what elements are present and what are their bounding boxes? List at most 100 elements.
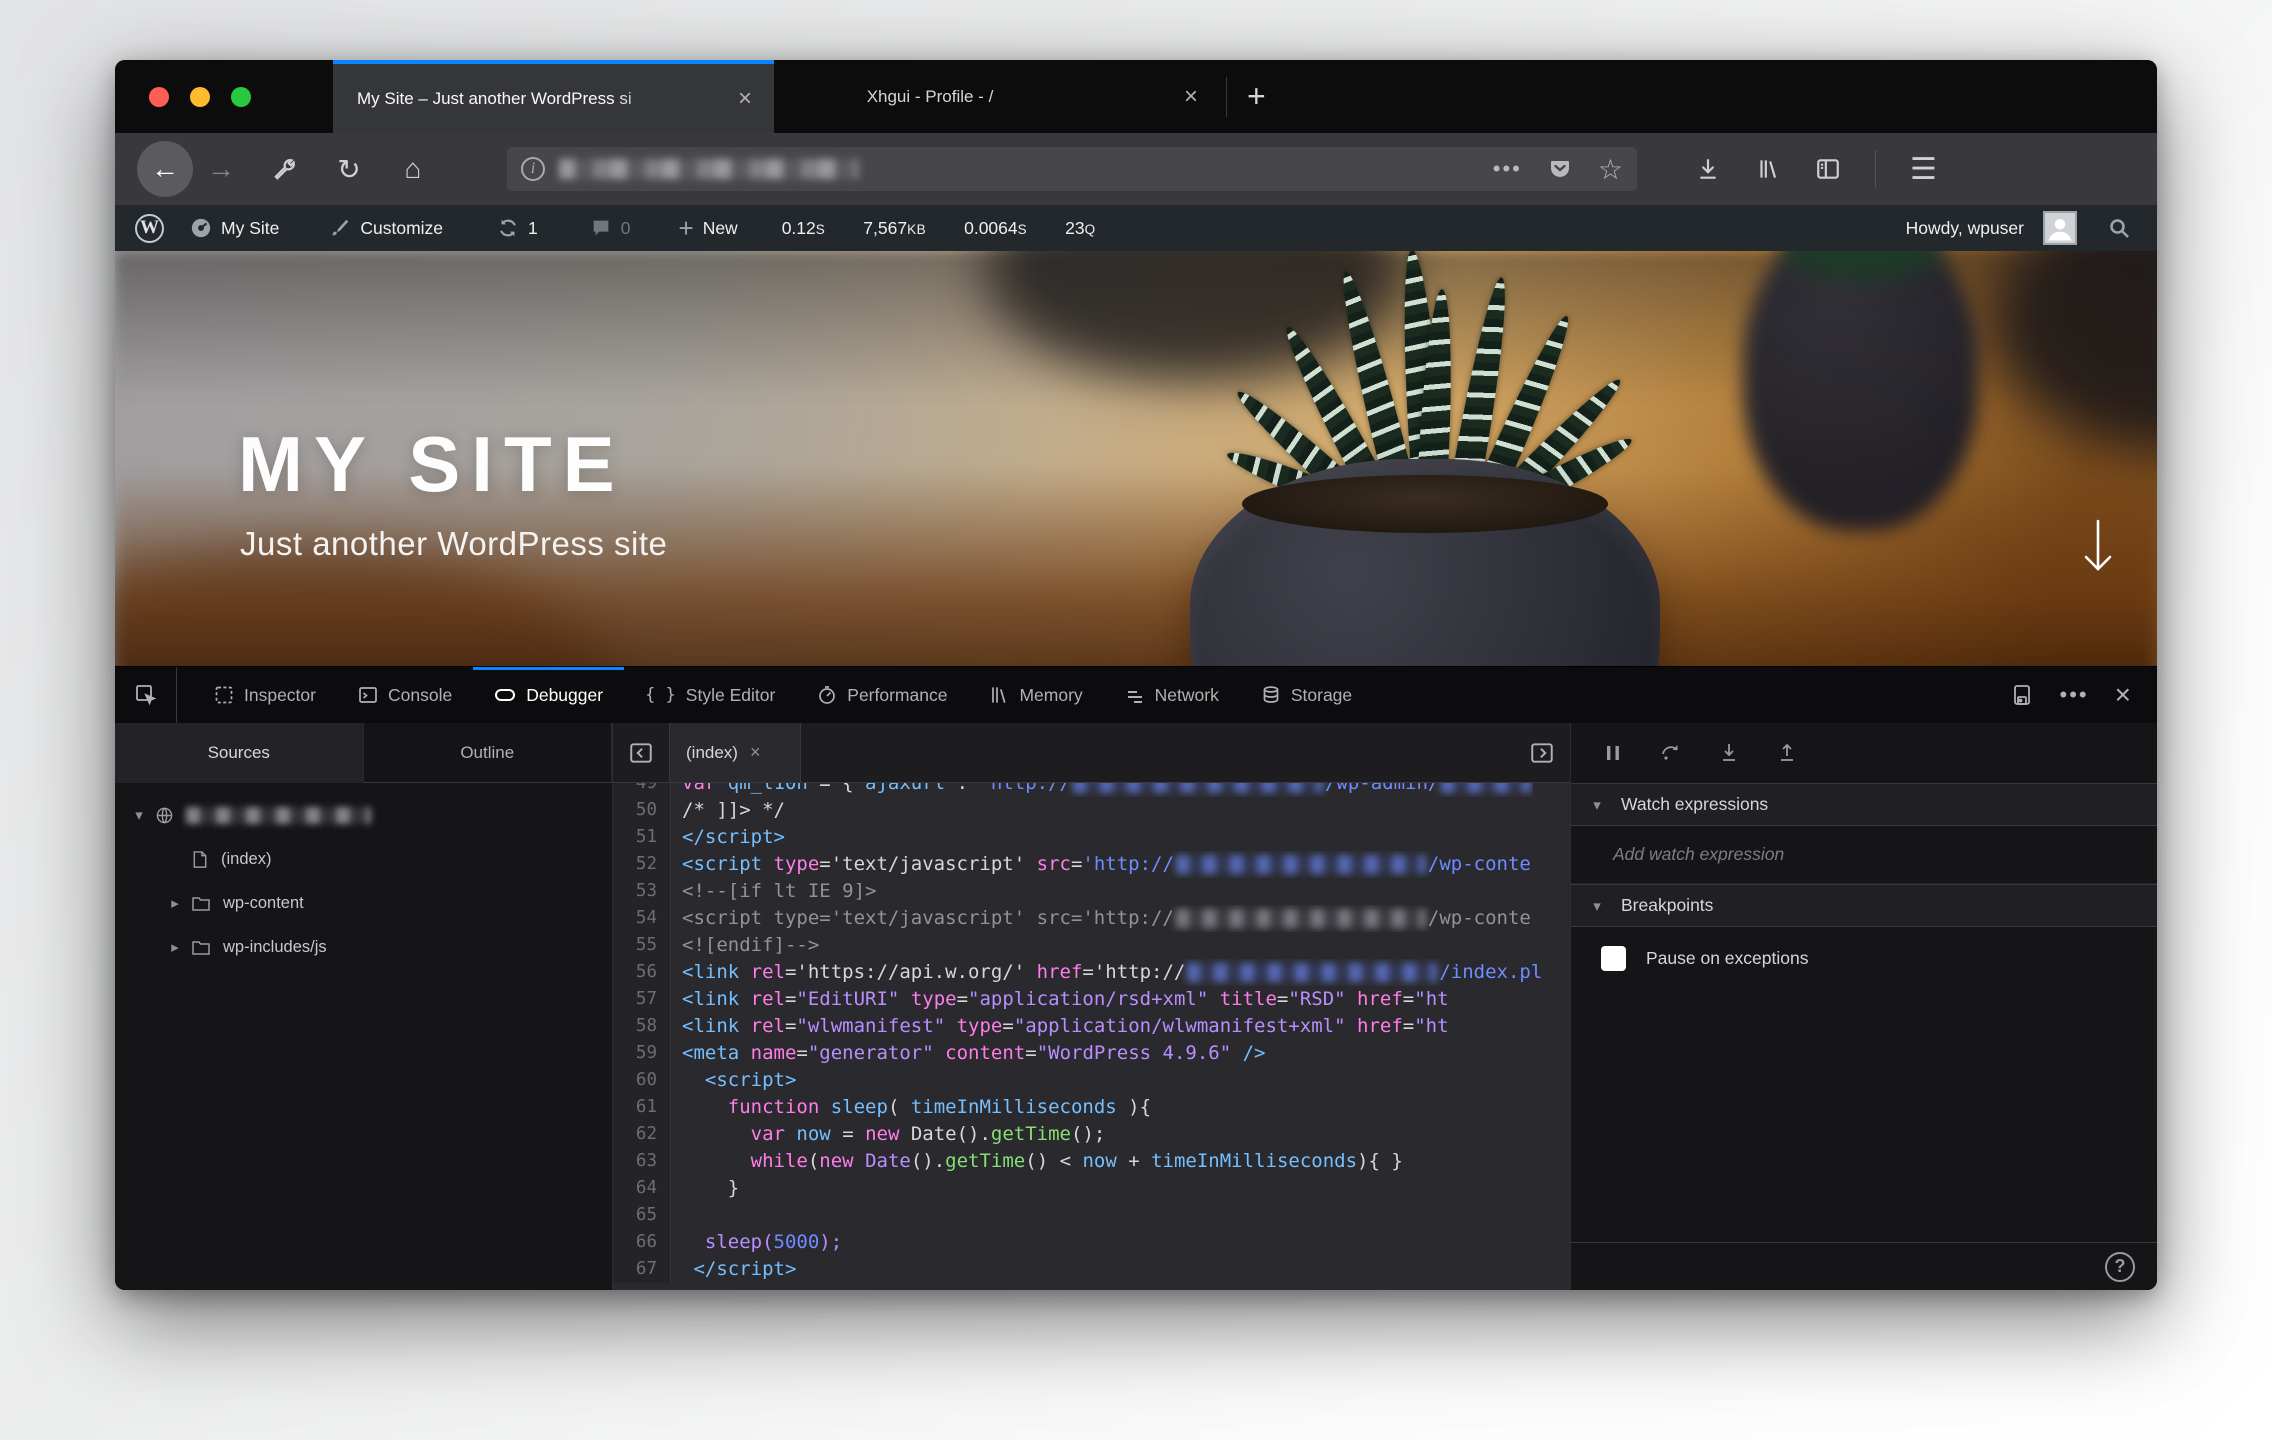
editor-source-tab[interactable]: (index) × — [669, 723, 801, 782]
code-line[interactable]: 57 <link rel = "EditURI" type = "application/… — [613, 986, 1570, 1013]
caret-right-icon[interactable]: ▸ — [165, 894, 185, 912]
pause-icon[interactable] — [1593, 733, 1633, 773]
line-number-gutter[interactable]: 61 — [613, 1094, 671, 1121]
source-tree-item-domain[interactable]: ▾ — [115, 793, 612, 837]
pick-element-icon[interactable] — [115, 667, 177, 723]
tab-my-site[interactable]: My Site – Just another WordPress si × — [333, 60, 774, 133]
source-tree-item-wp-includes-js[interactable]: ▸ wp-includes/js — [115, 925, 612, 969]
code-line[interactable]: 54 <script type='text/javascript' src='ht… — [613, 905, 1570, 932]
close-source-icon[interactable]: × — [750, 742, 761, 763]
tab-xhgui[interactable]: Xhgui - Profile - / × — [774, 60, 1226, 133]
code-line[interactable]: 53 <!--[if lt IE 9]> — [613, 878, 1570, 905]
devtools-close-icon[interactable]: × — [2115, 679, 2131, 711]
devtools-tab-network[interactable]: Network — [1104, 667, 1240, 723]
line-number-gutter[interactable]: 62 — [613, 1121, 671, 1148]
new-tab-button[interactable]: + — [1227, 60, 1286, 133]
code-line[interactable]: 67 </script> — [613, 1256, 1570, 1283]
code-line[interactable]: 62 var now = new Date(). getTime (); — [613, 1121, 1570, 1148]
line-number-gutter[interactable]: 49 — [613, 783, 671, 797]
admin-my-site[interactable]: My Site — [190, 217, 279, 239]
line-number-gutter[interactable]: 54 — [613, 905, 671, 932]
step-over-icon[interactable] — [1651, 733, 1691, 773]
scroll-down-arrow-icon[interactable] — [2081, 517, 2115, 575]
search-icon[interactable] — [2107, 216, 2131, 240]
reload-button[interactable]: ↻ — [321, 141, 377, 197]
code-line[interactable]: 65 — [613, 1202, 1570, 1229]
admin-account[interactable]: Howdy, wpuser — [1906, 211, 2077, 245]
sources-panel-tab-outline[interactable]: Outline — [363, 723, 612, 783]
admin-updates[interactable]: 1 — [497, 217, 538, 239]
line-number-gutter[interactable]: 64 — [613, 1175, 671, 1202]
code-line[interactable]: 64 } — [613, 1175, 1570, 1202]
line-number-gutter[interactable]: 51 — [613, 824, 671, 851]
watch-expressions-header[interactable]: ▾ Watch expressions — [1571, 783, 2157, 826]
line-number-gutter[interactable]: 52 — [613, 851, 671, 878]
line-number-gutter[interactable]: 59 — [613, 1040, 671, 1067]
line-number-gutter[interactable]: 56 — [613, 959, 671, 986]
devtools-tab-performance[interactable]: Performance — [796, 667, 968, 723]
line-number-gutter[interactable]: 50 — [613, 797, 671, 824]
back-button[interactable]: ← — [137, 141, 193, 197]
collapse-sources-panel-icon[interactable] — [613, 723, 669, 782]
step-in-icon[interactable] — [1709, 733, 1749, 773]
line-number-gutter[interactable]: 67 — [613, 1256, 671, 1283]
query-monitor-stat[interactable]: 7,567KB — [863, 218, 926, 239]
devtools-tab-memory[interactable]: Memory — [968, 667, 1103, 723]
site-identity-icon[interactable]: i — [521, 157, 545, 181]
code-line[interactable]: 55 <![endif]--> — [613, 932, 1570, 959]
pause-on-exceptions-checkbox[interactable] — [1601, 945, 1626, 971]
close-window-button[interactable] — [149, 86, 169, 107]
close-tab-icon[interactable]: × — [728, 81, 762, 117]
code-view[interactable]: 49 var qm_l10n = { ajaxurl : 'http:///wp-… — [613, 783, 1570, 1290]
code-line[interactable]: 66 sleep(5000); — [613, 1229, 1570, 1256]
admin-comments[interactable]: 0 — [590, 217, 631, 239]
bookmark-star-icon[interactable]: ☆ — [1598, 153, 1623, 186]
wordpress-logo-icon[interactable]: W — [135, 213, 164, 243]
code-line[interactable]: 51 </script> — [613, 824, 1570, 851]
downloads-icon[interactable] — [1695, 156, 1721, 182]
responsive-design-icon[interactable] — [2010, 683, 2034, 707]
devtools-tab-debugger[interactable]: Debugger — [473, 667, 624, 723]
close-tab-icon[interactable]: × — [1174, 79, 1208, 115]
admin-customize[interactable]: Customize — [329, 217, 443, 239]
library-icon[interactable] — [1755, 156, 1781, 182]
expand-panel-icon[interactable] — [1514, 723, 1570, 782]
line-number-gutter[interactable]: 53 — [613, 878, 671, 905]
code-line[interactable]: 58 <link rel = "wlwmanifest" type = "applicat… — [613, 1013, 1570, 1040]
step-out-icon[interactable] — [1767, 733, 1807, 773]
devtools-tab-inspector[interactable]: Inspector — [193, 667, 337, 723]
devtools-menu-icon[interactable]: ••• — [2060, 682, 2089, 708]
menu-icon[interactable]: ☰ — [1910, 152, 1937, 187]
pocket-icon[interactable] — [1548, 157, 1572, 181]
source-tree-item-wp-content[interactable]: ▸ wp-content — [115, 881, 612, 925]
line-number-gutter[interactable]: 63 — [613, 1148, 671, 1175]
code-line[interactable]: 52 <script type ='text/javascript' src ='ht… — [613, 851, 1570, 878]
home-button[interactable]: ⌂ — [385, 141, 441, 197]
help-icon[interactable]: ? — [2105, 1251, 2135, 1282]
code-line[interactable]: 59 <meta name = "generator" content = "WordPr… — [613, 1040, 1570, 1067]
line-number-gutter[interactable]: 60 — [613, 1067, 671, 1094]
devtools-tab-storage[interactable]: Storage — [1240, 667, 1373, 723]
code-line[interactable]: 56 <link rel ='https://api.w.org/' href ='h… — [613, 959, 1570, 986]
code-line[interactable]: 49 var qm_l10n = { ajaxurl : 'http:///wp-… — [613, 783, 1570, 797]
query-monitor-stat[interactable]: 23Q — [1065, 218, 1095, 239]
url-bar[interactable]: i ••• ☆ — [507, 147, 1637, 191]
caret-down-icon[interactable]: ▾ — [129, 806, 149, 824]
forward-button[interactable]: → — [193, 141, 249, 197]
zoom-window-button[interactable] — [231, 86, 251, 107]
code-line[interactable]: 60 <script> — [613, 1067, 1570, 1094]
breakpoints-header[interactable]: ▾ Breakpoints — [1571, 884, 2157, 927]
caret-right-icon[interactable]: ▸ — [165, 938, 185, 956]
query-monitor-stat[interactable]: 0.12S — [782, 218, 826, 239]
wrench-icon[interactable] — [257, 141, 313, 197]
query-monitor-stat[interactable]: 0.0064S — [964, 218, 1027, 239]
add-watch-expression-input[interactable]: Add watch expression — [1571, 826, 2157, 884]
devtools-tab-style-editor[interactable]: { } Style Editor — [624, 667, 796, 723]
line-number-gutter[interactable]: 66 — [613, 1229, 671, 1256]
sidebar-icon[interactable] — [1815, 156, 1841, 182]
minimize-window-button[interactable] — [190, 86, 210, 107]
code-line[interactable]: 61 function sleep( timeInMilliseconds ){ — [613, 1094, 1570, 1121]
line-number-gutter[interactable]: 55 — [613, 932, 671, 959]
code-line[interactable]: 50 /* ]]> */ — [613, 797, 1570, 824]
sources-panel-tab-sources[interactable]: Sources — [115, 723, 364, 783]
